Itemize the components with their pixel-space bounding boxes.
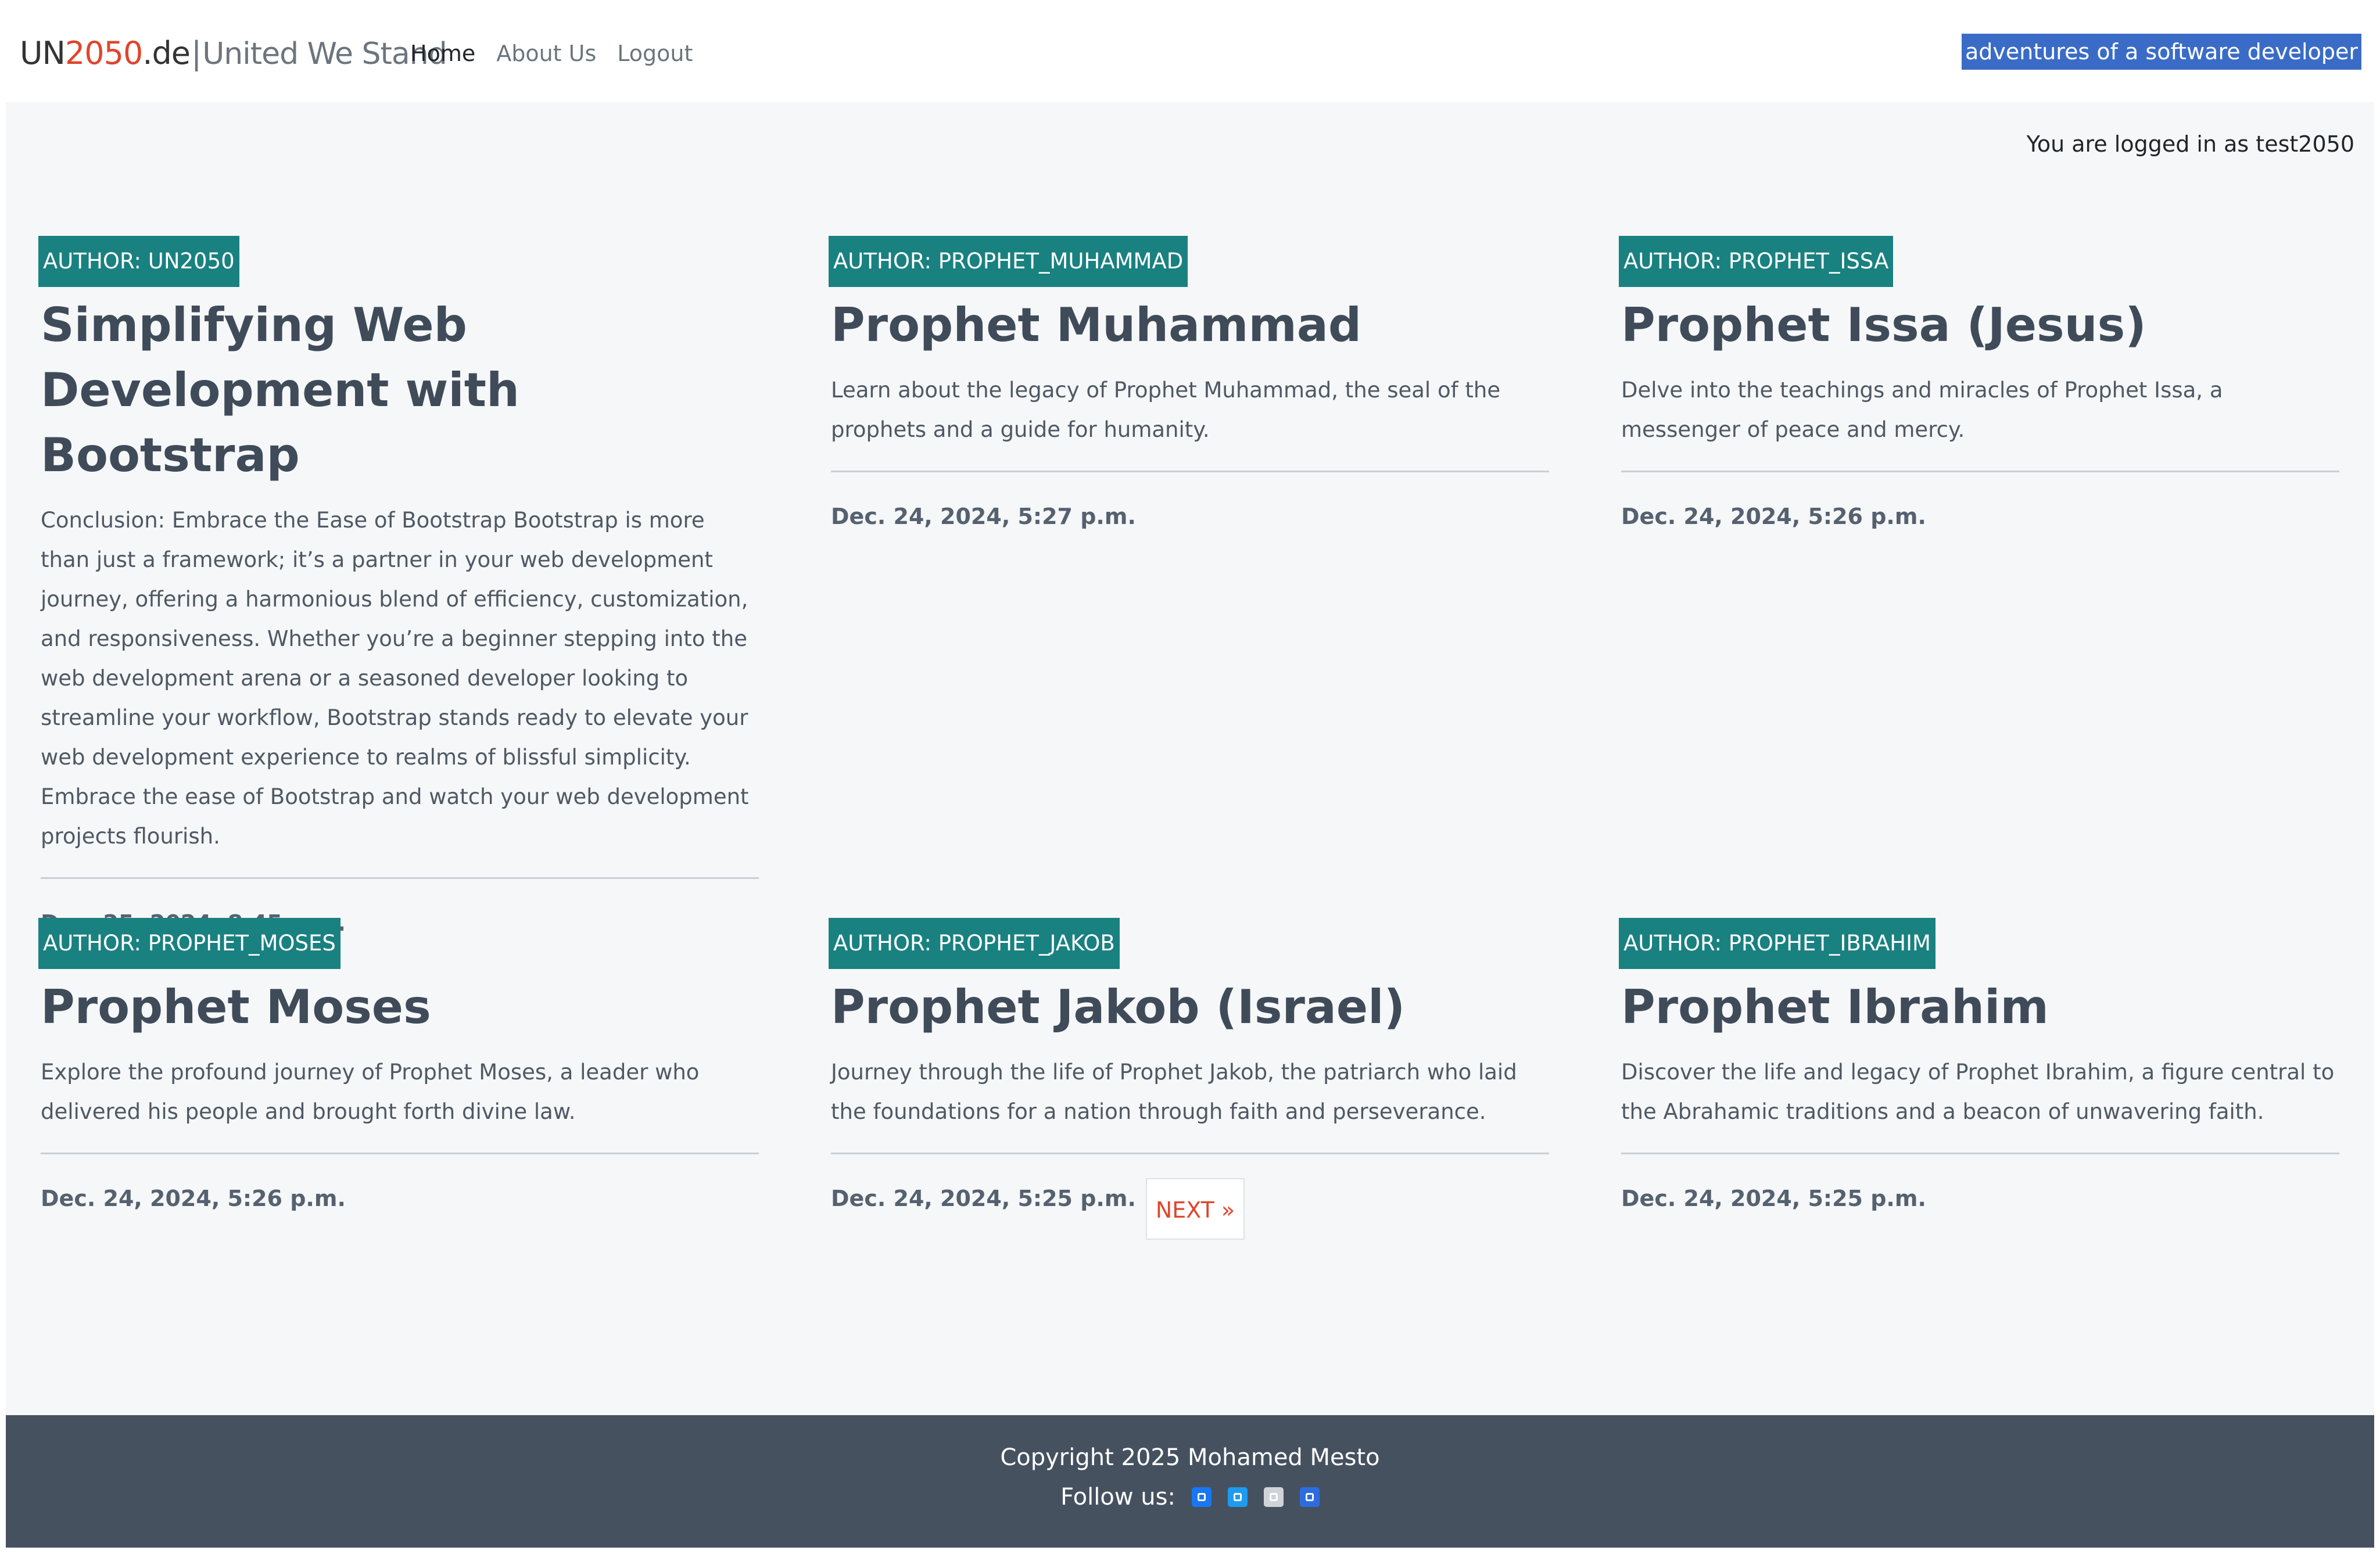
pagination-next-button[interactable]: NEXT » (1146, 1178, 1245, 1240)
nav-logout-link[interactable]: Logout (617, 37, 693, 70)
post-description: Explore the profound journey of Prophet … (41, 1060, 700, 1124)
site-subtitle-badge: adventures of a software developer (1961, 34, 2361, 70)
post-author-badge[interactable]: AUTHOR: PROPHET_ISSA (1619, 236, 1894, 287)
footer-copyright: Copyright 2025 Mohamed Mesto (1000, 1444, 1380, 1471)
instagram-icon[interactable] (1263, 1487, 1284, 1507)
post-title[interactable]: Prophet Ibrahim (1621, 975, 2339, 1040)
post-description: Delve into the teachings and miracles of… (1621, 378, 2223, 442)
post-card: AUTHOR: PROPHET_MUHAMMAD Prophet Muhamma… (829, 236, 1549, 529)
post-author-badge[interactable]: AUTHOR: PROPHET_IBRAHIM (1619, 918, 1935, 969)
post-date: Dec. 24, 2024, 5:27 p.m. (831, 504, 1136, 529)
post-description: Journey through the life of Prophet Jako… (831, 1060, 1517, 1124)
youtube-icon[interactable] (1299, 1487, 1320, 1507)
post-title[interactable]: Prophet Jakob (Israel) (831, 975, 1549, 1040)
main-content: You are logged in as test2050 AUTHOR: UN… (6, 102, 2374, 1415)
post-divider (41, 877, 759, 879)
brand-logo-link[interactable]: UN2050.de|United We Stand (20, 33, 447, 75)
post-divider (1621, 471, 2339, 472)
post-author-badge[interactable]: AUTHOR: PROPHET_MUHAMMAD (829, 236, 1188, 287)
post-author-badge[interactable]: AUTHOR: PROPHET_JAKOB (829, 918, 1120, 969)
nav-menu: Home About Us Logout (410, 37, 693, 70)
brand-separator: | (191, 35, 202, 71)
post-title[interactable]: Prophet Muhammad (831, 293, 1549, 358)
post-title[interactable]: Prophet Moses (41, 975, 759, 1040)
post-description: Learn about the legacy of Prophet Muhamm… (831, 378, 1501, 442)
top-navbar: UN2050.de|United We Stand Home About Us … (0, 0, 2380, 102)
brand-year: 2050 (64, 35, 143, 71)
post-divider (831, 1153, 1549, 1154)
post-title[interactable]: Simplifying Web Development with Bootstr… (41, 293, 759, 488)
twitter-icon[interactable] (1227, 1487, 1248, 1507)
post-date: Dec. 24, 2024, 5:26 p.m. (1621, 504, 1926, 529)
facebook-icon[interactable] (1191, 1487, 1211, 1507)
post-divider (41, 1153, 759, 1154)
logged-in-status: You are logged in as test2050 (2026, 131, 2354, 157)
post-author-badge[interactable]: AUTHOR: PROPHET_MOSES (38, 918, 340, 969)
footer-social: Follow us: (6, 1484, 2374, 1510)
post-divider (831, 471, 1549, 472)
post-description: Discover the life and legacy of Prophet … (1621, 1060, 2335, 1124)
post-card: AUTHOR: PROPHET_ISSA Prophet Issa (Jesus… (1619, 236, 2339, 529)
post-author-badge[interactable]: AUTHOR: UN2050 (38, 236, 239, 287)
brand-domain: .de (142, 35, 191, 71)
nav-home-link[interactable]: Home (410, 37, 475, 70)
post-card: AUTHOR: PROPHET_IBRAHIM Prophet Ibrahim … (1619, 918, 2339, 1211)
follow-us-label: Follow us: (1060, 1484, 1175, 1510)
post-card: AUTHOR: UN2050 Simplifying Web Developme… (38, 236, 759, 936)
post-date: Dec. 24, 2024, 5:26 p.m. (41, 1186, 346, 1211)
nav-about-link[interactable]: About Us (496, 37, 596, 70)
brand-un: UN (20, 35, 66, 71)
site-footer: Copyright 2025 Mohamed Mesto Follow us: (6, 1415, 2374, 1548)
post-title[interactable]: Prophet Issa (Jesus) (1621, 293, 2339, 358)
post-description: Conclusion: Embrace the Ease of Bootstra… (41, 508, 749, 849)
post-divider (1621, 1153, 2339, 1154)
post-card: AUTHOR: PROPHET_MOSES Prophet Moses Expl… (38, 918, 759, 1211)
post-date: Dec. 24, 2024, 5:25 p.m. (1621, 1186, 1926, 1211)
post-card: AUTHOR: PROPHET_JAKOB Prophet Jakob (Isr… (829, 918, 1549, 1211)
